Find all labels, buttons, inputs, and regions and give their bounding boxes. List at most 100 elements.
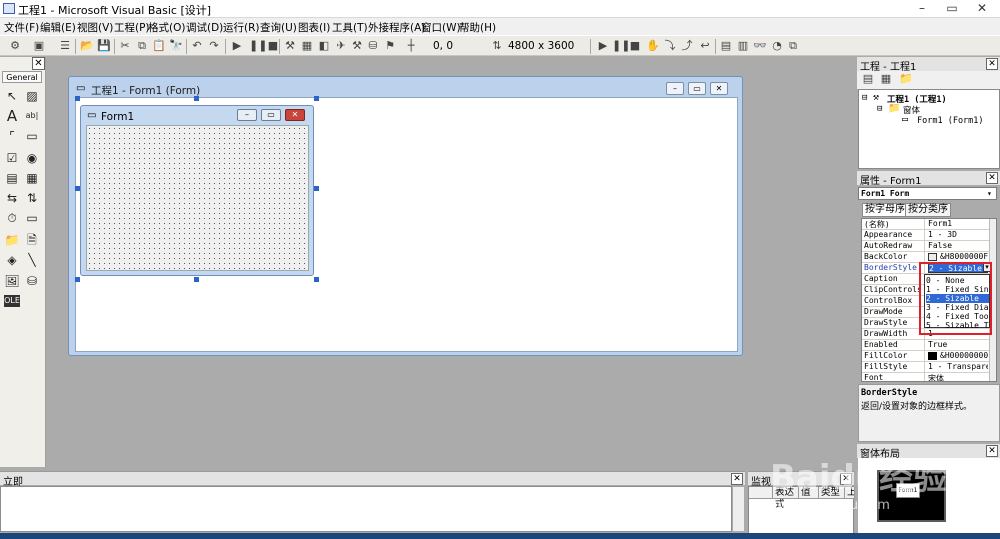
paste-icon[interactable]: 📋 (152, 39, 166, 53)
filelistbox-tool-icon[interactable]: 🗎 (24, 232, 40, 248)
find-icon[interactable]: 🔭 (169, 39, 183, 53)
step-over-icon[interactable]: ⤴ (680, 39, 694, 53)
tab-categorized[interactable]: 按分类序 (905, 203, 951, 217)
end-icon[interactable]: ■ (266, 39, 280, 53)
resize-handle[interactable] (194, 96, 199, 101)
object-select[interactable]: Form1 Form ▾ (858, 187, 997, 200)
tree-form1[interactable]: Form1 (Form1) (917, 116, 984, 126)
property-row[interactable]: FillStyle1 - Transparent (862, 362, 989, 373)
menu-editor-icon[interactable]: ☰ (58, 39, 72, 53)
timer-tool-icon[interactable]: ⏱ (4, 210, 20, 226)
picturebox-tool-icon[interactable]: ▨ (24, 88, 40, 104)
commandbutton-tool-icon[interactable]: ▭ (24, 128, 40, 144)
optionbutton-tool-icon[interactable]: ◉ (24, 150, 40, 166)
tree-collapse-icon[interactable]: ⊟ (862, 93, 867, 103)
copy-icon[interactable]: ⧉ (135, 39, 149, 53)
step-out-icon[interactable]: ↩ (698, 39, 712, 53)
resize-handle[interactable] (314, 277, 319, 282)
form-layout-icon[interactable]: ◧ (317, 39, 331, 53)
listbox-tool-icon[interactable]: ▦ (24, 170, 40, 186)
resize-handle[interactable] (75, 96, 80, 101)
properties-close-icon[interactable]: ✕ (986, 172, 998, 184)
resize-handle[interactable] (314, 96, 319, 101)
menu-query[interactable]: 查询(U) (260, 20, 297, 35)
redo-icon[interactable]: ↷ (207, 39, 221, 53)
toolbox-icon[interactable]: ⚒ (350, 39, 364, 53)
locals-window-icon[interactable]: ▤ (719, 39, 733, 53)
toggle-folders-icon[interactable]: 📁 (899, 72, 913, 86)
property-row[interactable]: Enabled True (862, 340, 989, 351)
data-tool-icon[interactable]: ⛁ (24, 273, 40, 289)
object-browser-icon[interactable]: ✈ (334, 39, 348, 53)
shape-tool-icon[interactable]: ◈ (4, 252, 20, 268)
immediate-close-icon[interactable]: ✕ (731, 473, 743, 485)
property-row[interactable]: FillColor &H00000000 (862, 351, 989, 362)
break-icon[interactable]: ❚❚ (249, 39, 267, 53)
drivelistbox-tool-icon[interactable]: ▭ (24, 210, 40, 226)
view-object-icon[interactable]: ▦ (879, 72, 893, 86)
ole-tool-icon[interactable]: OLE (4, 295, 20, 307)
project-explorer-icon[interactable]: ⚒ (283, 39, 297, 53)
designer-close-icon[interactable]: ✕ (710, 82, 728, 95)
toggle-breakpoint-icon[interactable]: ✋ (646, 39, 660, 53)
layout-close-icon[interactable]: ✕ (986, 445, 998, 457)
menu-run[interactable]: 运行(R) (223, 20, 260, 35)
form-grid[interactable] (86, 125, 309, 271)
property-row[interactable]: (名称) Form1 (862, 219, 989, 230)
combobox-tool-icon[interactable]: ▤ (4, 170, 20, 186)
property-row[interactable]: AutoRedraw False (862, 241, 989, 252)
form-maximize-icon[interactable]: ▭ (261, 109, 281, 121)
chevron-down-icon[interactable]: ▾ (987, 188, 992, 199)
add-project-icon[interactable]: ⚙ (8, 39, 22, 53)
resize-handle[interactable] (75, 277, 80, 282)
image-tool-icon[interactable]: 🖼 (4, 273, 20, 289)
menu-view[interactable]: 视图(V) (77, 20, 113, 35)
line-tool-icon[interactable]: ╲ (24, 252, 40, 268)
label-tool-icon[interactable]: A (4, 108, 20, 124)
frame-tool-icon[interactable]: ⌜ (4, 128, 20, 144)
minimize-icon[interactable]: – (907, 0, 937, 17)
menu-help[interactable]: 帮助(H) (459, 20, 496, 35)
resize-handle[interactable] (75, 186, 80, 191)
toolbox-close-icon[interactable]: ✕ (32, 57, 45, 70)
designer-minimize-icon[interactable]: – (666, 82, 684, 95)
checkbox-tool-icon[interactable]: ☑ (4, 150, 20, 166)
menu-diagram[interactable]: 图表(I) (298, 20, 330, 35)
quick-watch-icon[interactable]: ◔ (770, 39, 784, 53)
hscrollbar-tool-icon[interactable]: ⇆ (4, 190, 20, 206)
start-icon[interactable]: ▶ (230, 39, 244, 53)
immediate-scrollbar[interactable] (732, 486, 745, 532)
open-project-icon[interactable]: 📂 (80, 39, 94, 53)
tree-collapse-icon[interactable]: ⊟ (877, 104, 882, 114)
pointer-tool-icon[interactable]: ↖ (4, 88, 20, 104)
textbox-tool-icon[interactable]: ab| (24, 108, 40, 124)
property-row[interactable]: Appearance 1 - 3D (862, 230, 989, 241)
resize-handle[interactable] (314, 186, 319, 191)
menu-debug[interactable]: 调试(D) (186, 20, 223, 35)
menu-tools[interactable]: 工具(T) (332, 20, 368, 35)
property-row[interactable]: Font 宋体 (862, 373, 989, 381)
close-icon[interactable]: ✕ (967, 0, 997, 17)
menu-addins[interactable]: 外接程序(A) (368, 20, 425, 35)
undo-icon[interactable]: ↶ (190, 39, 204, 53)
menu-file[interactable]: 文件(F) (4, 20, 39, 35)
vscrollbar-tool-icon[interactable]: ⇅ (24, 190, 40, 206)
properties-window-icon[interactable]: ▦ (300, 39, 314, 53)
form-close-icon[interactable]: ✕ (285, 109, 305, 121)
tab-alphabetic[interactable]: 按字母序 (862, 203, 908, 217)
toolbox-tab-general[interactable]: General (2, 71, 42, 83)
menu-window[interactable]: 窗口(W) (421, 20, 461, 35)
save-project-icon[interactable]: 💾 (97, 39, 111, 53)
designer-maximize-icon[interactable]: ▭ (688, 82, 706, 95)
dirlistbox-tool-icon[interactable]: 📁 (4, 232, 20, 248)
project-close-icon[interactable]: ✕ (986, 58, 998, 70)
menu-project[interactable]: 工程(P) (114, 20, 150, 35)
break-icon-2[interactable]: ❚❚ (612, 39, 630, 53)
menu-format[interactable]: 格式(O) (148, 20, 185, 35)
watch-window-icon[interactable]: 👓 (753, 39, 767, 53)
end-icon-2[interactable]: ■ (628, 39, 642, 53)
maximize-icon[interactable]: ▭ (937, 0, 967, 17)
immediate-input[interactable] (0, 486, 732, 532)
menu-edit[interactable]: 编辑(E) (40, 20, 76, 35)
data-view-icon[interactable]: ⛁ (366, 39, 380, 53)
